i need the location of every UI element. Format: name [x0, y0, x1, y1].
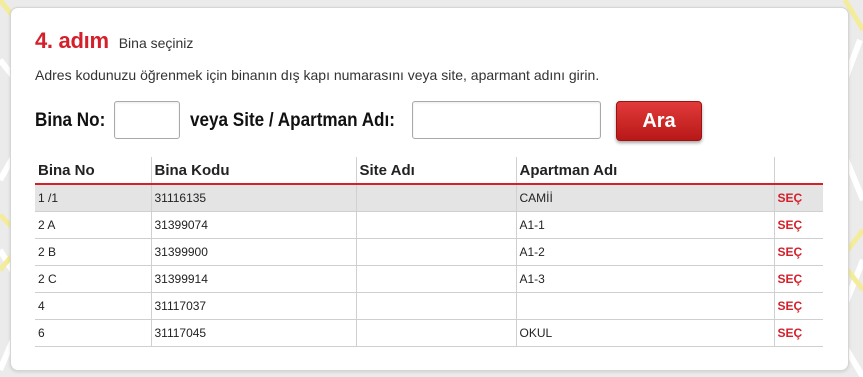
cell-site-adi: [355, 265, 516, 293]
cell-action: SEÇ: [773, 184, 823, 212]
sec-link[interactable]: SEÇ: [778, 299, 803, 313]
step-header: 4. adım Bina seçiniz: [35, 28, 193, 54]
column-header-action: [773, 157, 823, 185]
column-header-site-adi: Site Adı: [355, 157, 516, 185]
cell-bina-no: 4: [35, 292, 151, 320]
table-row[interactable]: 2 B 31399900 A1-2 SEÇ: [35, 238, 823, 266]
cell-action: SEÇ: [773, 319, 823, 347]
cell-bina-kodu: 31117045: [150, 319, 356, 347]
table-row[interactable]: 2 A 31399074 A1-1 SEÇ: [35, 211, 823, 239]
ara-button[interactable]: Ara: [616, 101, 702, 141]
site-apartman-label: veya Site / Apartman Adı:: [190, 110, 395, 131]
cell-bina-no: 2 C: [35, 265, 151, 293]
bina-no-input[interactable]: [114, 101, 180, 139]
cell-apartman-adi: A1-1: [515, 211, 774, 239]
table-row[interactable]: 6 31117045 OKUL SEÇ: [35, 319, 823, 347]
cell-apartman-adi: A1-3: [515, 265, 774, 293]
site-apartman-input[interactable]: [412, 101, 601, 139]
cell-bina-kodu: 31399900: [150, 238, 356, 266]
cell-action: SEÇ: [773, 238, 823, 266]
sec-link[interactable]: SEÇ: [778, 245, 803, 259]
cell-apartman-adi: [515, 292, 774, 320]
cell-apartman-adi: CAMİİ: [515, 184, 774, 212]
cell-bina-no: 6: [35, 319, 151, 347]
sec-link[interactable]: SEÇ: [778, 272, 803, 286]
buildings-table: Bina No Bina Kodu Site Adı Apartman Adı …: [35, 157, 823, 347]
table-header-row: Bina No Bina Kodu Site Adı Apartman Adı: [35, 157, 823, 185]
cell-apartman-adi: A1-2: [515, 238, 774, 266]
cell-site-adi: [355, 184, 516, 212]
sec-link[interactable]: SEÇ: [778, 191, 803, 205]
bina-no-label: Bina No:: [35, 110, 106, 131]
table-row[interactable]: 4 31117037 SEÇ: [35, 292, 823, 320]
search-form: Bina No: veya Site / Apartman Adı: Ara: [35, 101, 835, 141]
cell-site-adi: [355, 211, 516, 239]
cell-site-adi: [355, 238, 516, 266]
column-header-bina-no: Bina No: [35, 157, 151, 185]
sec-link[interactable]: SEÇ: [778, 218, 803, 232]
cell-bina-kodu: 31399914: [150, 265, 356, 293]
cell-bina-kodu: 31116135: [150, 184, 356, 212]
column-header-bina-kodu: Bina Kodu: [150, 157, 356, 185]
step-subtitle: Bina seçiniz: [118, 35, 194, 51]
cell-bina-no: 2 B: [35, 238, 151, 266]
cell-bina-kodu: 31399074: [150, 211, 356, 239]
cell-bina-no: 2 A: [35, 211, 151, 239]
column-header-apartman-adi: Apartman Adı: [515, 157, 774, 185]
cell-apartman-adi: OKUL: [515, 319, 774, 347]
sec-link[interactable]: SEÇ: [778, 326, 803, 340]
address-step-panel: 4. adım Bina seçiniz Adres kodunuzu öğre…: [10, 7, 849, 371]
cell-action: SEÇ: [773, 265, 823, 293]
cell-action: SEÇ: [773, 211, 823, 239]
cell-bina-no: 1 /1: [35, 184, 151, 212]
cell-site-adi: [355, 292, 516, 320]
instructions-text: Adres kodunuzu öğrenmek için binanın dış…: [35, 67, 600, 83]
table-row[interactable]: 1 /1 31116135 CAMİİ SEÇ: [35, 184, 823, 212]
step-number: 4. adım: [35, 28, 109, 53]
cell-bina-kodu: 31117037: [150, 292, 356, 320]
table-row[interactable]: 2 C 31399914 A1-3 SEÇ: [35, 265, 823, 293]
cell-site-adi: [355, 319, 516, 347]
cell-action: SEÇ: [773, 292, 823, 320]
